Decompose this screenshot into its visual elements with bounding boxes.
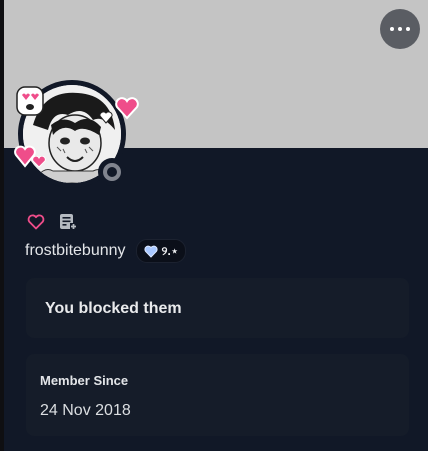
profile-actions [26,212,78,232]
more-options-button[interactable] [380,9,420,49]
member-since-section: Member Since 24 Nov 2018 [26,354,409,436]
member-since-label: Member Since [40,373,129,388]
avatar-container[interactable] [14,80,139,190]
heart-eyes-emoji-icon [16,86,44,116]
status-indicator-offline [98,158,126,186]
heart-decoration-icon [99,111,113,124]
blocked-notice-text: You blocked them [45,300,182,317]
blocked-notice: You blocked them [26,278,409,338]
username-row: frostbitebunny ୨.⋆ [25,238,187,264]
heart-decoration-icon [115,97,139,120]
profile-badge[interactable]: ୨.⋆ [135,239,187,263]
heart-decoration-icon [32,156,46,168]
badge-text: ୨.⋆ [161,243,179,258]
like-button[interactable] [26,212,46,232]
add-note-icon [60,214,77,230]
member-since-date: 24 Nov 2018 [40,402,131,419]
heart-outline-icon [27,214,45,230]
add-note-button[interactable] [58,212,78,232]
profile-card: frostbitebunny ୨.⋆ You blocked them Memb… [4,0,428,451]
username: frostbitebunny [25,242,126,259]
blue-heart-icon [143,245,158,258]
